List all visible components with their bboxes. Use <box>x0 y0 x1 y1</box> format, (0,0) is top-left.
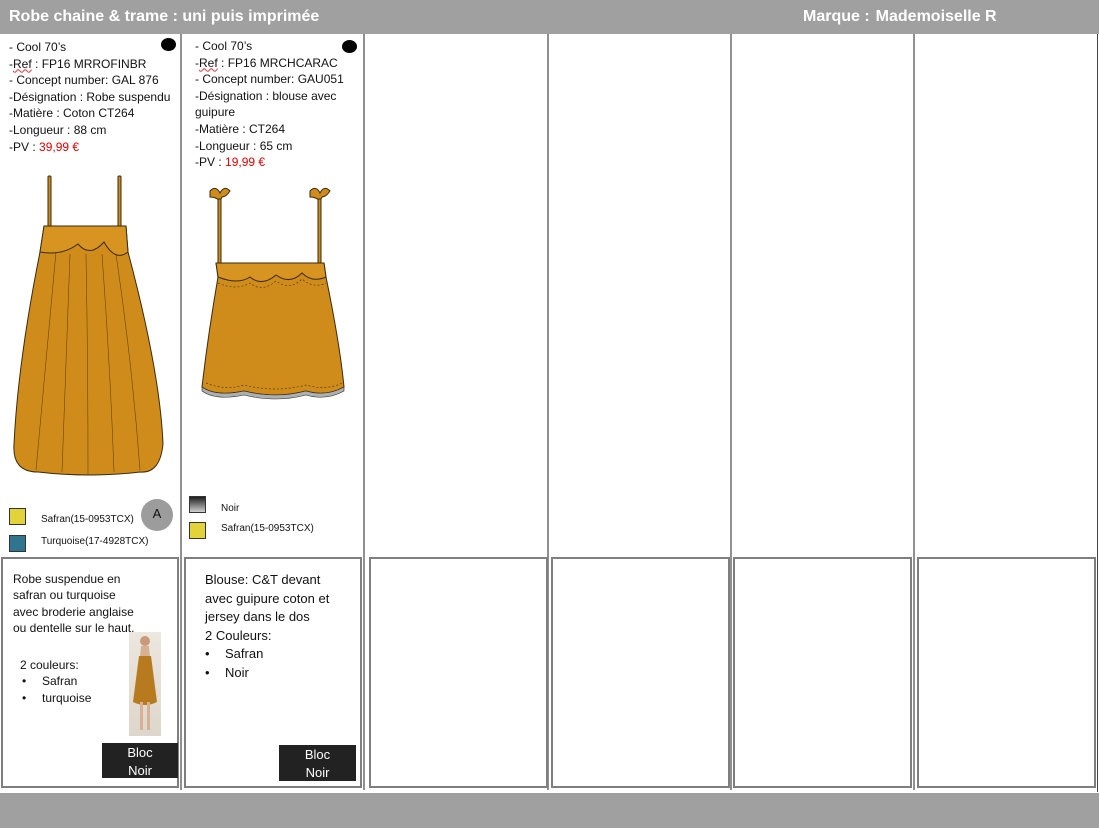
product-1-swatch-turquoise <box>9 535 26 552</box>
product-2-bloc-line-2: Noir <box>305 764 330 780</box>
product-1-bloc-line-2: Noir <box>128 762 152 778</box>
product-1-bullet-dot <box>161 38 176 51</box>
column-divider-2 <box>363 34 365 790</box>
product-2-color-2: Safran(15-0953TCX) <box>221 523 314 534</box>
product-2-bloc-line-1: Bloc <box>304 747 331 762</box>
product-2-price: -PV : 19,99 € <box>195 154 344 171</box>
page-title: Robe chaine & trame : uni puis imprimée <box>9 8 320 25</box>
product-1-ref-label: Ref <box>13 56 32 71</box>
product-2-designation-cont: guipure <box>195 105 236 120</box>
product-2-ref: -Ref : FP16 MRCHCARAC <box>195 55 344 72</box>
product-1-matiere: -Matière : Coton CT264 <box>9 106 135 121</box>
product-2-color-1: Noir <box>221 503 240 514</box>
column-divider-5 <box>913 34 915 790</box>
product-2-price-label: -PV : <box>195 155 226 170</box>
product-1-price: -PV : 39,99 € <box>9 139 170 156</box>
product-2-description: Blouse: C&T devant avec guipure coton et… <box>205 571 350 682</box>
product-1-bullet-1: Safran <box>22 673 130 690</box>
product-2-swatch-noir <box>189 496 206 513</box>
product-2-theme: - Cool 70’s <box>195 39 253 53</box>
brand-prefix: Marque : <box>803 8 870 25</box>
product-1-bloc-label: Bloc Noir <box>102 743 178 778</box>
product-2-ref-value: : FP16 MRCHCARAC <box>217 55 338 70</box>
product-1-longueur: -Longueur : 88 cm <box>9 122 107 137</box>
product-1-ref: -Ref : FP16 MRROFINBR <box>9 56 170 73</box>
product-1-swatch-safran <box>9 508 26 525</box>
product-2-longueur: -Longueur : 65 cm <box>195 138 293 153</box>
header-bar: Robe chaine & trame : uni puis imprimée … <box>0 0 1099 34</box>
footer-bar <box>0 793 1099 828</box>
description-box-4 <box>551 557 730 788</box>
runway-figure-image <box>133 636 157 730</box>
product-1-designation: -Désignation : Robe suspendu <box>9 89 171 104</box>
product-2-swatch-safran <box>189 522 206 539</box>
product-2-blouse-sketch <box>201 187 345 400</box>
product-1-info: - Cool 70’s -Ref : FP16 MRROFINBR - Conc… <box>9 39 170 155</box>
product-2-bullet-dot <box>342 40 357 53</box>
column-divider-4 <box>730 34 732 790</box>
product-1-theme: - Cool 70’s <box>9 40 67 54</box>
column-divider-1 <box>180 34 182 790</box>
product-1-price-value: 39,99 € <box>39 139 80 154</box>
product-1-bloc-line-1: Bloc <box>127 745 153 760</box>
product-2-description-text: Blouse: C&T devant avec guipure coton et… <box>205 572 330 624</box>
product-1-color-1: Safran(15-0953TCX) <box>41 514 134 525</box>
product-1-description: Robe suspendue en safran ou turquoise av… <box>13 571 141 637</box>
product-1-dress-sketch <box>13 175 164 476</box>
description-box-3 <box>369 557 548 788</box>
product-2-bloc-label: Bloc Noir <box>279 745 356 781</box>
product-1-colors-list: 2 couleurs: Safran turquoise <box>20 657 130 707</box>
product-2-colors-title: 2 Couleurs: <box>205 627 272 643</box>
product-1-description-text: Robe suspendue en safran ou turquoise av… <box>13 572 135 636</box>
description-box-6 <box>917 557 1096 788</box>
brand-name: Mademoiselle R <box>875 8 997 25</box>
product-2-ref-label: Ref <box>199 55 218 70</box>
product-1-price-label: -PV : <box>9 139 40 154</box>
product-2-matiere: -Matière : CT264 <box>195 121 286 136</box>
product-2-price-value: 19,99 € <box>225 155 266 170</box>
product-1-badge: A <box>141 499 173 531</box>
product-2-concept: - Concept number: GAU051 <box>195 72 344 87</box>
product-2-bullet-1: Safran <box>205 645 350 664</box>
product-1-color-2: Turquoise(17-4928TCX) <box>41 536 149 547</box>
product-1-runway-photo <box>129 632 161 736</box>
product-2-bullet-2: Noir <box>205 664 350 683</box>
page-right-edge <box>1097 34 1098 792</box>
product-1-ref-value: : FP16 MRROFINBR <box>31 56 147 71</box>
brand-label: Marque : Mademoiselle R <box>803 8 997 26</box>
product-2-info: - Cool 70’s -Ref : FP16 MRCHCARAC - Conc… <box>195 38 344 171</box>
product-1-bullet-2: turquoise <box>22 690 130 707</box>
description-box-5 <box>733 557 912 788</box>
product-1-concept: - Concept number: GAL 876 <box>9 73 159 88</box>
product-1-colors-title: 2 couleurs: <box>20 658 79 672</box>
product-2-designation: -Désignation : blouse avec <box>195 88 337 103</box>
